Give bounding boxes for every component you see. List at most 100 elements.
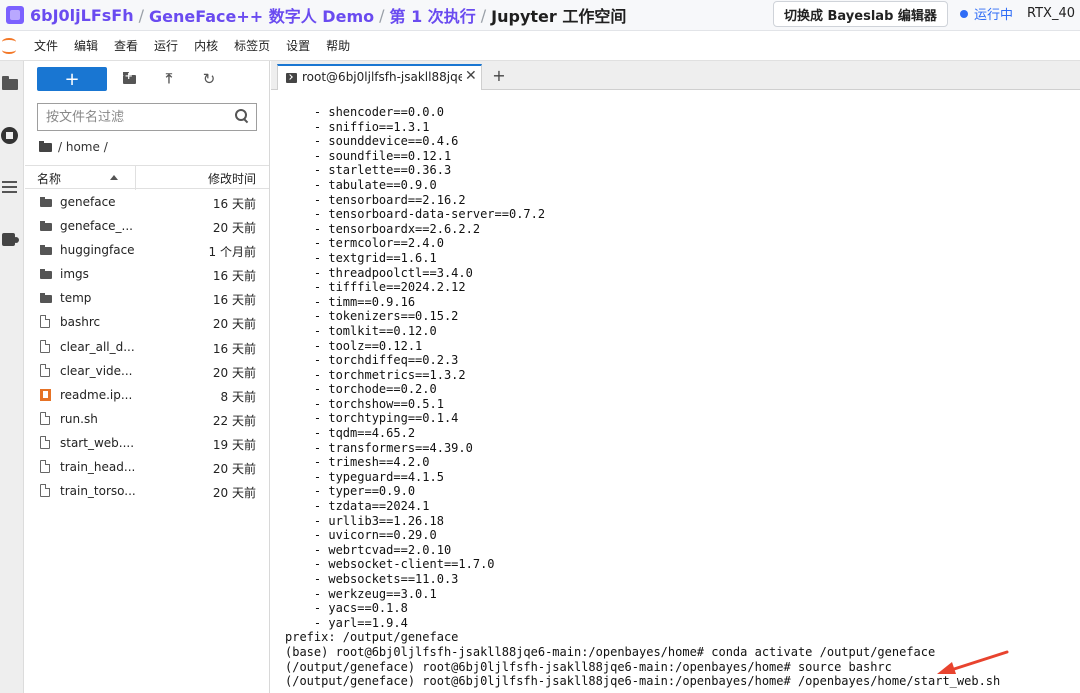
arrow-head: [937, 662, 956, 674]
path-breadcrumb: / home /: [39, 140, 108, 154]
add-tab-icon[interactable]: +: [489, 65, 509, 85]
file-name: geneface_...: [60, 219, 133, 234]
breadcrumb-demo[interactable]: GeneFace++ 数字人 Demo: [149, 3, 374, 27]
arrow-shaft: [949, 650, 1009, 672]
file-row[interactable]: readme.ip... 8 天前: [25, 383, 269, 407]
terminal-line: - threadpoolctl==3.4.0: [285, 265, 473, 280]
menu-view[interactable]: 查看: [114, 37, 138, 54]
file-icon: [40, 460, 50, 474]
file-row[interactable]: huggingface 1 个月前: [25, 238, 269, 262]
file-name: readme.ip...: [60, 387, 133, 402]
file-modified: 1 个月前: [208, 245, 256, 260]
folder-icon: [40, 196, 52, 208]
terminal-line: - timm==0.9.16: [285, 294, 416, 309]
new-launcher-button[interactable]: +: [37, 67, 107, 91]
file-modified: 20 天前: [212, 486, 256, 501]
file-modified: 20 天前: [212, 365, 256, 380]
file-row[interactable]: geneface 16 天前: [25, 190, 269, 214]
file-modified: 16 天前: [212, 341, 256, 356]
file-row[interactable]: imgs 16 天前: [25, 262, 269, 286]
menu-edit[interactable]: 编辑: [74, 37, 98, 54]
terminal-line: - tokenizers==0.15.2: [285, 309, 459, 324]
file-icon: [40, 435, 50, 449]
file-icon: [40, 363, 50, 377]
terminal-line: - textgrid==1.6.1: [285, 250, 437, 265]
file-name: temp: [60, 291, 92, 306]
file-icon: [40, 315, 50, 329]
menu-run[interactable]: 运行: [154, 37, 178, 54]
terminal-line: - torchtyping==0.1.4: [285, 411, 459, 426]
switch-editor-button[interactable]: 切换成 Bayeslab 编辑器: [773, 1, 948, 27]
list-icon[interactable]: [0, 177, 20, 197]
breadcrumb-project[interactable]: 6bJ0ljLFsFh: [30, 6, 134, 25]
file-modified: 16 天前: [212, 197, 256, 211]
terminal-line: - tabulate==0.9.0: [285, 177, 437, 192]
folder-icon: [40, 292, 52, 304]
sort-ascending-icon[interactable]: [110, 175, 118, 180]
file-name: train_head...: [60, 460, 136, 475]
terminal-panel[interactable]: - shencoder==0.0.0 - sniffio==1.3.1 - so…: [271, 91, 1080, 693]
run-status: 运行中 RTX_40: [960, 4, 1075, 23]
file-modified: 22 天前: [212, 413, 256, 428]
tab-title: root@6bj0ljlfsfh-jsakll88jqe6-main: [302, 70, 462, 84]
status-text: 运行中: [974, 8, 1014, 23]
file-row[interactable]: bashrc 20 天前: [25, 310, 269, 334]
home-folder-icon[interactable]: [39, 140, 52, 152]
file-icon: [40, 411, 50, 425]
menu-kernel[interactable]: 内核: [194, 37, 218, 54]
folder-icon: [40, 244, 52, 256]
file-row[interactable]: train_torso... 20 天前: [25, 479, 269, 503]
breadcrumb-workspace: Jupyter 工作空间: [491, 7, 627, 26]
file-name: imgs: [60, 267, 89, 282]
terminal-icon: [286, 73, 297, 83]
refresh-icon[interactable]: ↻: [201, 70, 217, 88]
close-icon[interactable]: ✕: [465, 68, 477, 84]
file-row[interactable]: train_head... 20 天前: [25, 455, 269, 479]
app-logo-icon: [6, 6, 24, 24]
column-name[interactable]: 名称: [37, 170, 61, 187]
terminal-line: - yacs==0.1.8: [285, 601, 408, 616]
menu-tabs[interactable]: 标签页: [234, 37, 270, 54]
file-modified: 16 天前: [212, 293, 256, 308]
file-modified: 20 天前: [212, 462, 256, 477]
terminal-line: - werkzeug==3.0.1: [285, 586, 437, 601]
column-divider[interactable]: [135, 166, 136, 190]
file-row[interactable]: geneface_... 20 天前: [25, 214, 269, 238]
file-row[interactable]: clear_vide... 20 天前: [25, 359, 269, 383]
status-dot-icon: [960, 9, 968, 18]
file-name: huggingface: [60, 243, 135, 258]
column-modified[interactable]: 修改时间: [208, 170, 256, 187]
path-text[interactable]: / home /: [58, 140, 108, 154]
terminal-line: - websockets==11.0.3: [285, 572, 459, 586]
new-folder-icon[interactable]: [121, 71, 137, 87]
folder-icon: [40, 220, 52, 232]
file-icon: [40, 339, 50, 353]
terminal-line: - shencoder==0.0.0: [285, 105, 444, 119]
puzzle-icon[interactable]: [0, 229, 20, 249]
breadcrumb-run[interactable]: 第 1 次执行: [390, 3, 476, 27]
folder-icon[interactable]: [0, 74, 20, 94]
terminal-line: - torchode==0.2.0: [285, 382, 437, 397]
stop-circle-icon[interactable]: [0, 125, 20, 145]
terminal-output: - shencoder==0.0.0 - sniffio==1.3.1 - so…: [285, 105, 1000, 689]
menu-file[interactable]: 文件: [34, 37, 58, 54]
file-row[interactable]: clear_all_d... 16 天前: [25, 335, 269, 359]
terminal-line: (/output/geneface) root@6bj0ljlfsfh-jsak…: [285, 659, 892, 674]
file-list: geneface 16 天前 geneface_... 20 天前 huggingfac…: [25, 190, 269, 503]
folder-icon: [40, 268, 52, 280]
menu-settings[interactable]: 设置: [286, 37, 310, 54]
file-row[interactable]: start_web.... 19 天前: [25, 431, 269, 455]
file-row[interactable]: run.sh 22 天前: [25, 407, 269, 431]
file-name: start_web....: [60, 435, 135, 450]
file-modified: 19 天前: [212, 437, 256, 452]
menu-help[interactable]: 帮助: [326, 37, 350, 54]
terminal-line: prefix: /output/geneface: [285, 630, 459, 645]
terminal-line: - tensorboard-data-server==0.7.2: [285, 207, 546, 222]
filter-input[interactable]: [38, 104, 228, 130]
file-browser: + ⤒ ↻ / home / 名称 修改时间 geneface16 天前gene…: [25, 61, 270, 693]
upload-icon[interactable]: ⤒: [161, 71, 177, 87]
tab-terminal[interactable]: root@6bj0ljlfsfh-jsakll88jqe6-main ✕: [277, 64, 482, 90]
file-row[interactable]: temp 16 天前: [25, 286, 269, 310]
terminal-line: - typer==0.9.0: [285, 484, 416, 499]
jupyter-logo-icon: [2, 37, 20, 55]
